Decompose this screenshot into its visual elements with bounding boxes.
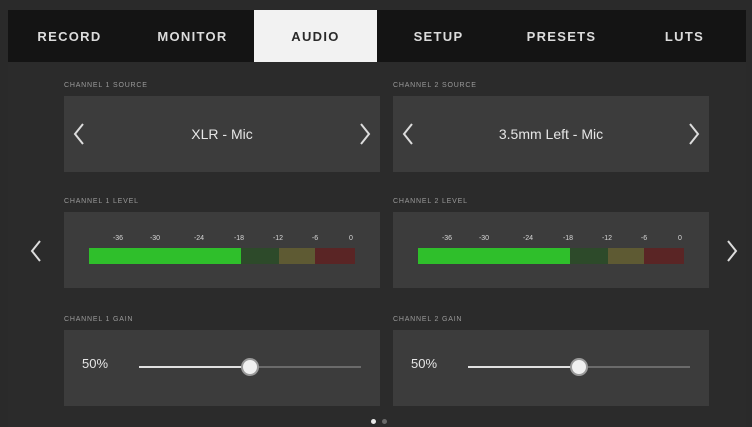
slider-thumb[interactable]	[241, 358, 259, 376]
channel1-source-next-button[interactable]	[350, 114, 380, 154]
chevron-right-icon	[360, 123, 371, 145]
level-zone-yellow	[279, 248, 315, 264]
channel2-level-label: CHANNEL 2 LEVEL	[393, 198, 468, 205]
meter-tick: -6	[640, 235, 648, 242]
level-zone-yellow	[608, 248, 644, 264]
slider-thumb[interactable]	[570, 358, 588, 376]
level-zone-red	[315, 248, 355, 264]
page-indicator	[371, 419, 387, 424]
channel1-source-prev-button[interactable]	[64, 114, 94, 154]
chevron-right-icon	[689, 123, 700, 145]
meter-tick: -30	[478, 235, 490, 242]
meter-tick: -6	[311, 235, 319, 242]
meter-tick: -12	[601, 235, 613, 242]
meter-scale: -36 -30 -24 -18 -12 -6 0	[417, 235, 682, 243]
audio-settings-panel: CHANNEL 1 SOURCE XLR - Mic CHANNEL 2 SOU…	[8, 62, 746, 427]
tab-luts[interactable]: LUTS	[623, 10, 746, 62]
chevron-left-icon	[73, 123, 84, 145]
page-dot[interactable]	[382, 419, 387, 424]
tab-monitor[interactable]: MONITOR	[131, 10, 254, 62]
channel1-level-label: CHANNEL 1 LEVEL	[64, 198, 139, 205]
previous-page-button[interactable]	[26, 234, 46, 268]
level-fill	[418, 248, 570, 264]
channel1-gain-label: CHANNEL 1 GAIN	[64, 316, 134, 323]
meter-tick: -12	[272, 235, 284, 242]
level-zone-red	[644, 248, 684, 264]
next-page-button[interactable]	[722, 234, 742, 268]
channel2-source-value: 3.5mm Left - Mic	[498, 126, 604, 142]
tab-audio[interactable]: AUDIO	[254, 10, 377, 62]
channel2-gain-value: 50%	[411, 356, 438, 371]
channel1-gain-value: 50%	[82, 356, 109, 371]
meter-tick: -18	[562, 235, 574, 242]
chevron-left-icon	[402, 123, 413, 145]
channel1-gain-slider[interactable]	[139, 358, 361, 376]
page-dot-active[interactable]	[371, 419, 376, 424]
channel1-source-value: XLR - Mic	[191, 126, 253, 142]
level-bar	[89, 248, 355, 264]
channel1-level-meter: -36 -30 -24 -18 -12 -6 0	[64, 212, 380, 288]
channel2-gain-label: CHANNEL 2 GAIN	[393, 316, 463, 323]
channel1-source-selector: XLR - Mic	[64, 96, 380, 172]
channel2-gain-control: 50%	[393, 330, 709, 406]
level-zone-green	[241, 248, 279, 264]
tab-presets[interactable]: PRESETS	[500, 10, 623, 62]
level-fill	[89, 248, 241, 264]
tab-setup[interactable]: SETUP	[377, 10, 500, 62]
meter-tick: -36	[112, 235, 124, 242]
meter-tick: -36	[441, 235, 453, 242]
meter-tick: -18	[233, 235, 245, 242]
slider-fill	[139, 366, 250, 368]
tab-bar: RECORD MONITOR AUDIO SETUP PRESETS LUTS	[8, 10, 746, 62]
channel2-level-meter: -36 -30 -24 -18 -12 -6 0	[393, 212, 709, 288]
level-bar	[418, 248, 684, 264]
channel2-source-selector: 3.5mm Left - Mic	[393, 96, 709, 172]
meter-tick: -24	[193, 235, 205, 242]
level-zone-green	[570, 248, 608, 264]
channel2-source-label: CHANNEL 2 SOURCE	[393, 82, 477, 89]
channel2-gain-slider[interactable]	[468, 358, 690, 376]
camera-screen: RECORD MONITOR AUDIO SETUP PRESETS LUTS …	[8, 10, 746, 427]
tab-record[interactable]: RECORD	[8, 10, 131, 62]
channel2-source-next-button[interactable]	[679, 114, 709, 154]
meter-tick: -24	[522, 235, 534, 242]
channel1-gain-control: 50%	[64, 330, 380, 406]
meter-tick: -30	[149, 235, 161, 242]
channel1-source-label: CHANNEL 1 SOURCE	[64, 82, 148, 89]
slider-fill	[468, 366, 579, 368]
channel2-source-prev-button[interactable]	[393, 114, 423, 154]
meter-tick: 0	[678, 235, 682, 242]
chevron-left-icon	[30, 240, 41, 262]
meter-tick: 0	[349, 235, 353, 242]
meter-scale: -36 -30 -24 -18 -12 -6 0	[88, 235, 353, 243]
chevron-right-icon	[727, 240, 738, 262]
